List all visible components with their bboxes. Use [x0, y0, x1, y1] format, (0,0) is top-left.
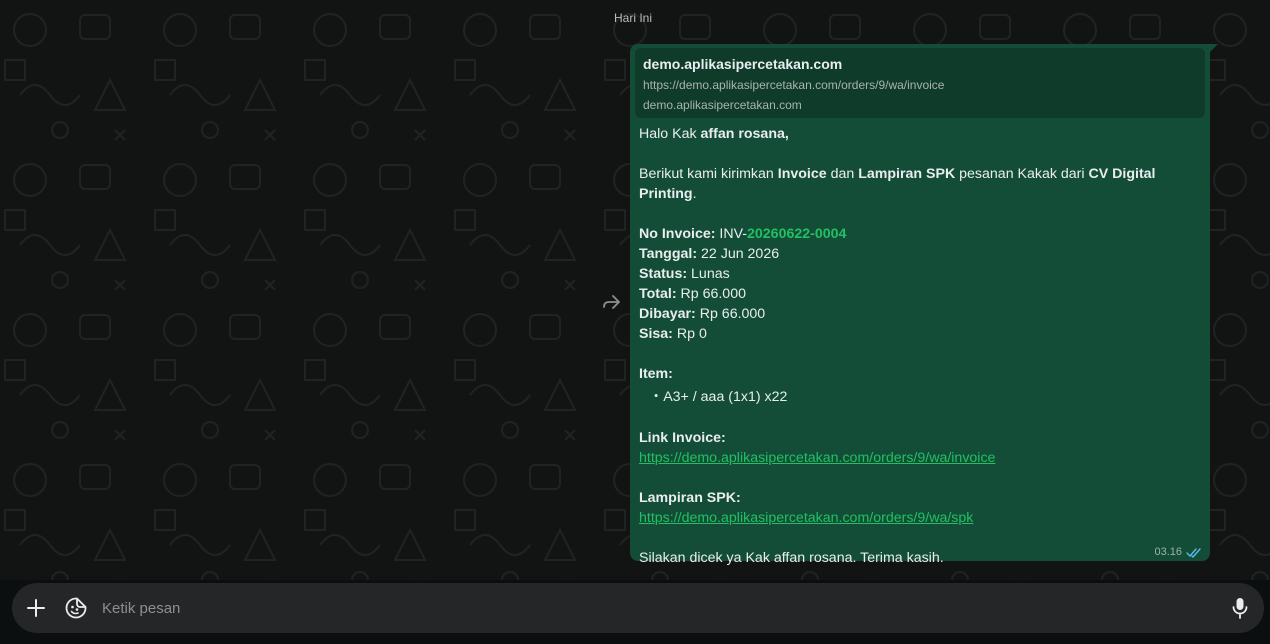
spk-link-heading: Lampiran SPK:	[639, 488, 1204, 508]
link-preview-title: demo.aplikasipercetakan.com	[643, 56, 843, 72]
remaining-value: Rp 0	[672, 326, 707, 342]
intro-line: Berikut kami kirimkan Invoice dan Lampir…	[639, 164, 1204, 204]
invoice-number-prefix: INV-	[715, 226, 748, 242]
chat-background: Hari Ini demo.aplikasipercetakan.com htt…	[0, 0, 1270, 580]
total-line: Total: Rp 66.000	[639, 284, 1204, 304]
intro-text-4: .	[692, 186, 697, 202]
double-check-icon	[1186, 547, 1201, 558]
message-composer	[12, 583, 1264, 633]
link-preview-card[interactable]: demo.aplikasipercetakan.com https://demo…	[635, 48, 1205, 118]
paid-label: Dibayar:	[639, 306, 696, 322]
remaining-line: Sisa: Rp 0	[639, 324, 1204, 344]
customer-name: affan rosana	[700, 126, 785, 142]
sticker-button[interactable]	[56, 588, 96, 628]
intro-text-3: pesanan Kakak dari	[955, 166, 1089, 182]
link-preview-domain: demo.aplikasipercetakan.com	[643, 98, 802, 112]
total-label: Total:	[639, 286, 677, 302]
invoice-link-line: https://demo.aplikasipercetakan.com/orde…	[639, 448, 1204, 468]
date-separator: Hari Ini	[613, 11, 652, 25]
plus-icon	[27, 599, 45, 617]
microphone-icon	[1232, 598, 1248, 619]
greeting-line: Halo Kak affan rosana,	[639, 124, 1204, 144]
intro-text-1: Berikut kami kirimkan	[639, 166, 778, 182]
greeting-suffix: ,	[784, 126, 789, 142]
intro-spk: Lampiran SPK	[858, 166, 956, 182]
item-heading: Item:	[639, 364, 1204, 384]
spk-link[interactable]: https://demo.aplikasipercetakan.com/orde…	[639, 510, 973, 526]
intro-text-2: dan	[826, 166, 859, 182]
invoice-link[interactable]: https://demo.aplikasipercetakan.com/orde…	[639, 450, 995, 466]
remaining-label: Sisa:	[639, 326, 673, 342]
list-item: ・A3+ / aaa (1x1) x22	[639, 384, 1204, 409]
invoice-number-label: No Invoice:	[639, 226, 716, 242]
date-line: Tanggal: 22 Jun 2026	[639, 244, 1204, 264]
bullet-glyph: ・	[649, 389, 664, 405]
date-value: 22 Jun 2026	[697, 246, 780, 262]
sticker-icon	[65, 597, 87, 619]
message-input[interactable]	[102, 597, 1202, 619]
message-text: Halo Kak affan rosana, Berikut kami kiri…	[639, 124, 1204, 568]
paid-value: Rp 66.000	[695, 306, 766, 322]
spk-link-line: https://demo.aplikasipercetakan.com/orde…	[639, 508, 1204, 528]
status-value: Lunas	[687, 266, 730, 282]
forward-icon	[603, 295, 620, 309]
item-text: A3+ / aaa (1x1) x22	[663, 389, 788, 405]
item-label: Item:	[639, 366, 673, 382]
outgoing-message-bubble[interactable]: demo.aplikasipercetakan.com https://demo…	[630, 44, 1210, 566]
status-line: Status: Lunas	[639, 264, 1204, 284]
attach-button[interactable]	[16, 588, 56, 628]
greeting-prefix: Halo Kak	[639, 126, 701, 142]
closing-line: Silakan dicek ya Kak affan rosana. Terim…	[639, 550, 944, 566]
invoice-link-label: Link Invoice:	[639, 430, 726, 446]
spk-link-label: Lampiran SPK:	[639, 490, 741, 506]
invoice-number-line: No Invoice: INV-20260622-0004	[639, 224, 1204, 244]
paid-line: Dibayar: Rp 66.000	[639, 304, 1204, 324]
invoice-link-heading: Link Invoice:	[639, 428, 1204, 448]
composer-bar	[0, 580, 1270, 644]
intro-invoice: Invoice	[777, 166, 827, 182]
total-value: Rp 66.000	[676, 286, 746, 302]
voice-message-button[interactable]	[1220, 588, 1260, 628]
date-label: Tanggal:	[639, 246, 698, 262]
message-meta: 03.16	[1154, 546, 1202, 558]
forward-button[interactable]	[598, 290, 624, 314]
status-label: Status:	[639, 266, 688, 282]
link-preview-url: https://demo.aplikasipercetakan.com/orde…	[643, 78, 945, 92]
invoice-number-value[interactable]: 20260622-0004	[747, 226, 846, 242]
message-time: 03.16	[1154, 546, 1182, 558]
